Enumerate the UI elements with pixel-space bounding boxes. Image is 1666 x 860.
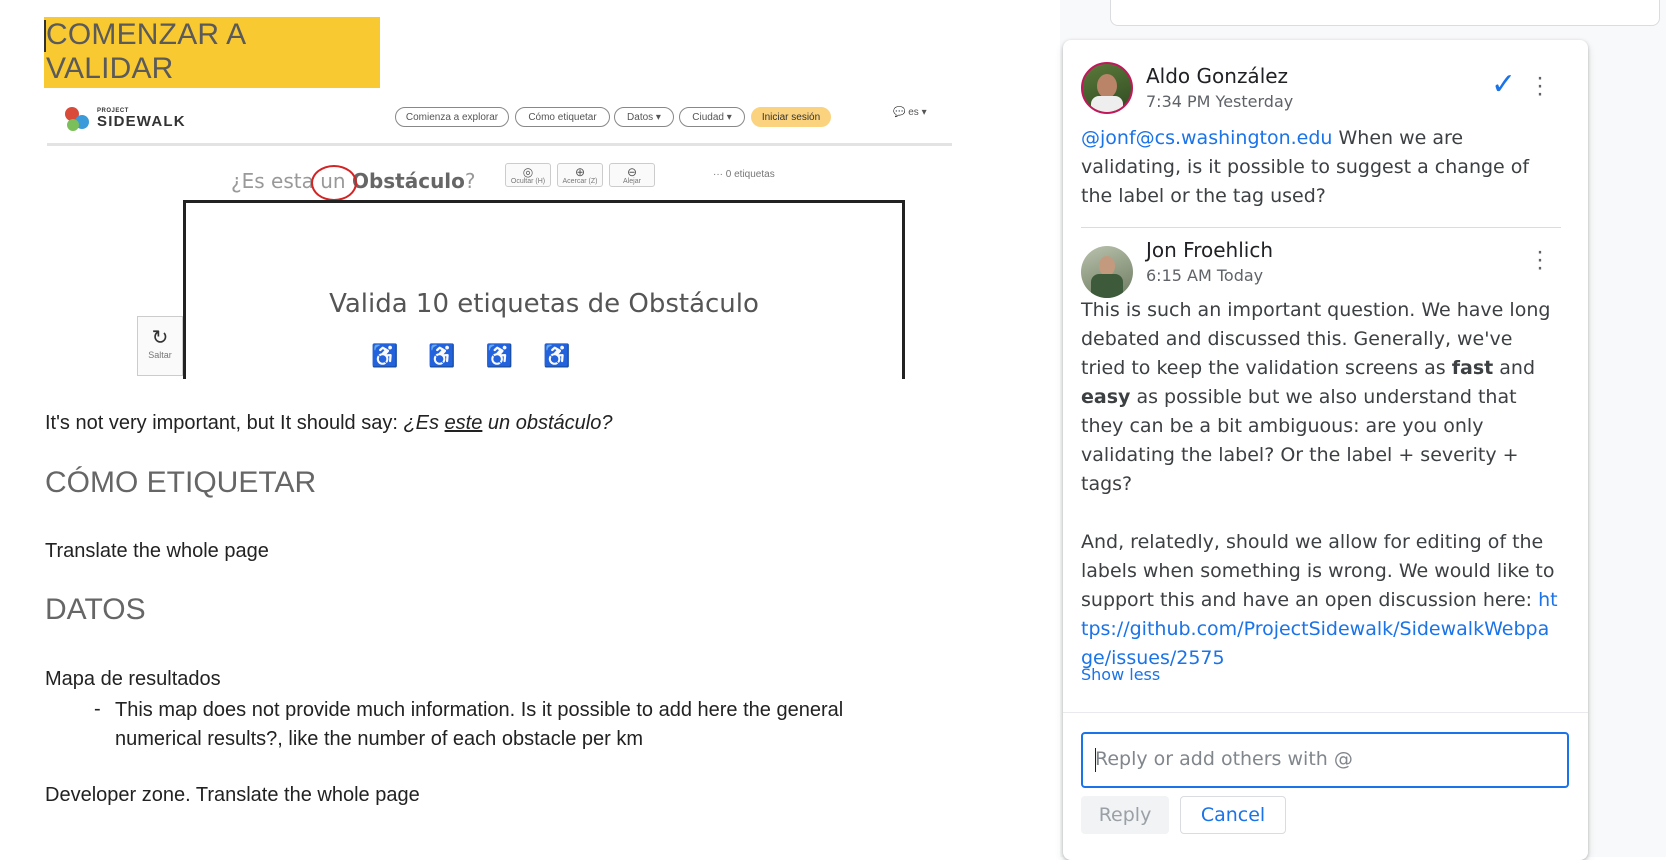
avatar xyxy=(1081,246,1133,298)
zoom-out-icon: ⊖ xyxy=(626,165,638,179)
tool-acercar: ⊕ Acercar (Z) xyxy=(557,163,603,187)
bullet-dash: - xyxy=(94,698,101,720)
nav-como-etiquetar: Cómo etiquetar xyxy=(515,107,610,127)
heading-text: COMENZAR A VALIDAR xyxy=(46,18,245,85)
reply-input[interactable]: Reply or add others with @ xyxy=(1081,732,1569,788)
comment-thread-card[interactable]: Aldo González 7:34 PM Yesterday ✓ · · · @j… xyxy=(1063,40,1588,860)
skip-button: ↻ Saltar xyxy=(137,316,183,376)
reply-button[interactable]: Reply xyxy=(1081,796,1169,834)
embedded-screenshot[interactable]: PROJECT SIDEWALK Comienza a explorar Cóm… xyxy=(47,97,952,379)
reply-author: Jon Froehlich xyxy=(1146,238,1274,262)
text-cursor xyxy=(44,20,46,52)
comment-time: 7:34 PM Yesterday xyxy=(1146,92,1294,111)
nav-iniciar-sesion: Iniciar sesión xyxy=(751,107,831,127)
document-canvas[interactable]: COMENZAR A VALIDAR PROJECT SIDEWALK Comi… xyxy=(0,0,1060,857)
tool-alejar: ⊖ Alejar xyxy=(609,163,655,187)
mission-title: Valida 10 etiquetas de Obstáculo xyxy=(329,289,759,319)
chat-icon: 💬 xyxy=(893,107,906,118)
divider xyxy=(1081,227,1561,228)
sidewalk-logo: PROJECT SIDEWALK xyxy=(63,103,186,133)
comment-author: Aldo González xyxy=(1146,64,1289,88)
more-options-icon[interactable]: · · · xyxy=(1535,66,1545,106)
mission-frame: Valida 10 etiquetas de Obstáculo ♿♿♿♿ xyxy=(183,200,905,379)
reply-body: This is such an important question. We h… xyxy=(1081,299,1558,669)
heading-datos: DATOS xyxy=(45,593,146,626)
reply-time: 6:15 AM Today xyxy=(1146,266,1264,285)
comment-body: @jonf@cs.washington.edu When we are vali… xyxy=(1081,127,1530,207)
paragraph-suggestion: It's not very important, but It should s… xyxy=(45,412,613,434)
nav-datos: Datos ▾ xyxy=(614,107,674,127)
resolve-check-icon[interactable]: ✓ xyxy=(1491,67,1516,102)
heading-como-etiquetar: CÓMO ETIQUETAR xyxy=(45,466,317,499)
paragraph-developer-zone: Developer zone. Translate the whole page xyxy=(45,784,420,806)
paragraph-translate: Translate the whole page xyxy=(45,540,269,562)
show-less-link[interactable]: Show less xyxy=(1081,665,1160,684)
heading-comenzar-a-validar[interactable]: COMENZAR A VALIDAR xyxy=(44,17,380,88)
divider xyxy=(1063,712,1588,713)
cancel-button[interactable]: Cancel xyxy=(1180,796,1286,834)
paragraph-mapa: Mapa de resultados xyxy=(45,668,221,690)
screenshot-navbar: PROJECT SIDEWALK Comienza a explorar Cóm… xyxy=(47,97,952,146)
language-selector: 💬 es ▾ xyxy=(893,107,927,118)
labels-count: ··· 0 etiquetas xyxy=(713,169,775,180)
avatar xyxy=(1081,62,1133,114)
more-options-icon[interactable]: · · · xyxy=(1535,240,1545,280)
zoom-in-icon: ⊕ xyxy=(574,165,586,179)
list-item: This map does not provide much informati… xyxy=(115,699,844,750)
eye-slash-icon: ◎ xyxy=(522,165,534,179)
refresh-icon: ↻ xyxy=(151,327,169,349)
previous-comment-card[interactable] xyxy=(1110,0,1660,26)
logo-big-text: SIDEWALK xyxy=(97,112,186,130)
annotation-circle xyxy=(311,165,357,201)
wheelchair-icon: ♿♿♿♿ xyxy=(371,343,601,368)
sidewalk-logo-icon xyxy=(63,103,91,133)
language-label: es ▾ xyxy=(908,107,927,118)
nav-comienza-a-explorar: Comienza a explorar xyxy=(395,107,509,127)
nav-ciudad: Ciudad ▾ xyxy=(679,107,745,127)
tool-ocultar: ◎ Ocultar (H) xyxy=(505,163,551,187)
mention-link[interactable]: @jonf@cs.washington.edu xyxy=(1081,127,1332,149)
